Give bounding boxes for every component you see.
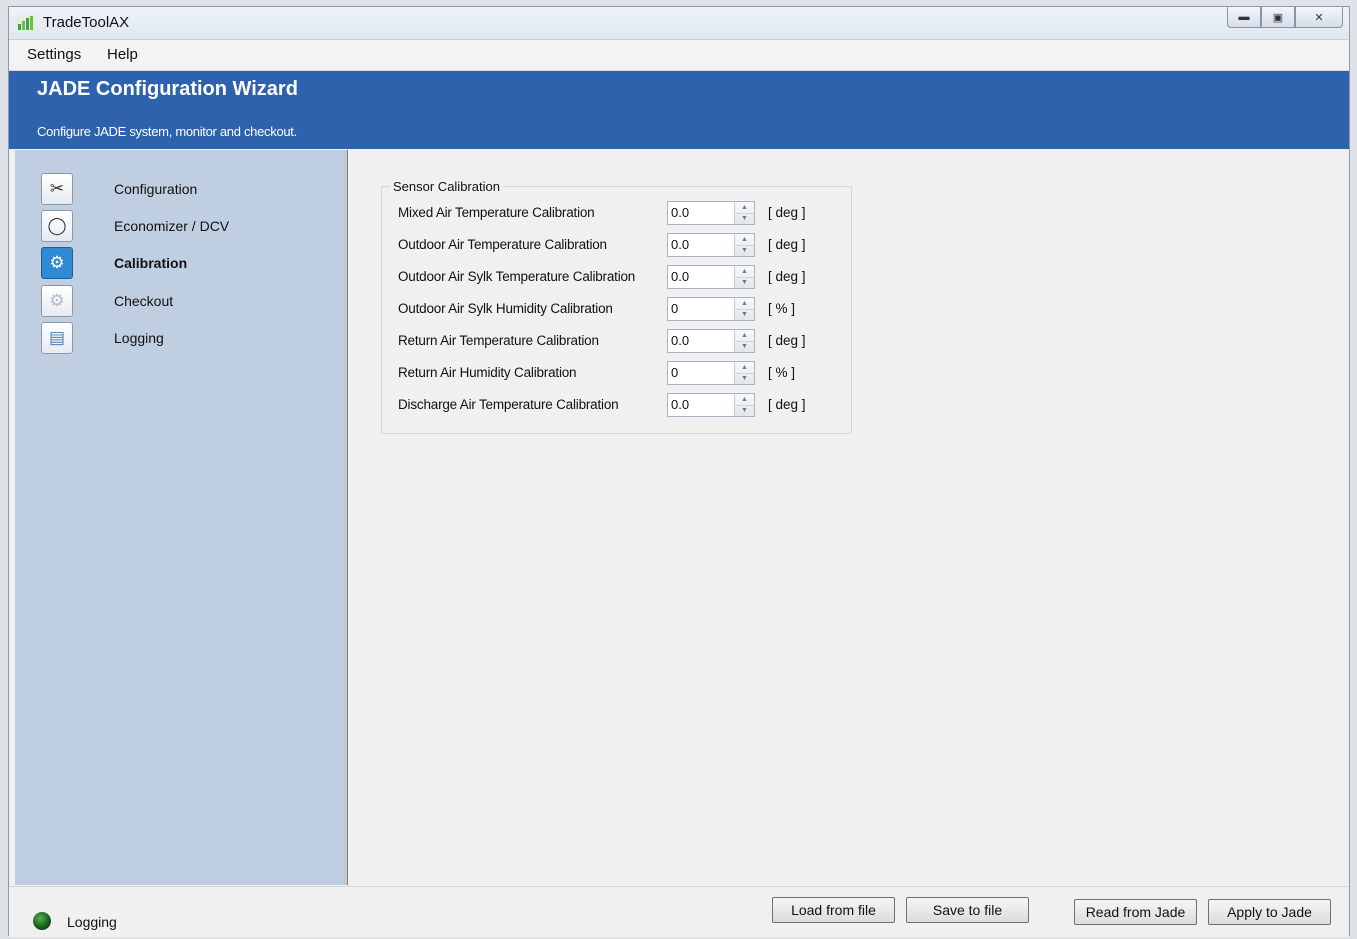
menu-help[interactable]: Help	[107, 46, 138, 63]
group-title: Sensor Calibration	[390, 179, 503, 194]
close-button[interactable]: ✕	[1295, 7, 1343, 28]
numeric-spinner[interactable]: 0.0 ▲ ▼	[667, 265, 755, 289]
calibration-icon: ⚙	[41, 247, 73, 279]
calibration-row: Outdoor Air Temperature Calibration 0.0 …	[398, 232, 838, 258]
menu-settings[interactable]: Settings	[27, 46, 81, 63]
title-bar: TradeToolAX ▬ ▣ ✕	[9, 7, 1349, 40]
sidebar-item-label: Configuration	[114, 181, 198, 197]
maximize-button[interactable]: ▣	[1261, 7, 1295, 28]
numeric-spinner[interactable]: 0.0 ▲ ▼	[667, 201, 755, 225]
status-bar: Logging Load from file Save to file Read…	[9, 886, 1349, 937]
spinner-value[interactable]: 0.0	[671, 397, 689, 412]
calibration-row: Discharge Air Temperature Calibration 0.…	[398, 392, 838, 418]
spinner-value[interactable]: 0.0	[671, 269, 689, 284]
calibration-row: Outdoor Air Sylk Humidity Calibration 0 …	[398, 296, 838, 322]
row-label: Discharge Air Temperature Calibration	[398, 397, 619, 412]
row-label: Mixed Air Temperature Calibration	[398, 205, 595, 220]
calibration-row: Return Air Temperature Calibration 0.0 ▲…	[398, 328, 838, 354]
minimize-button[interactable]: ▬	[1227, 7, 1261, 28]
unit-label: [ deg ]	[768, 397, 806, 412]
chart-icon: ▤	[41, 322, 73, 354]
app-icon	[16, 15, 36, 31]
gear-icon: ⚙	[41, 285, 73, 317]
unit-label: [ deg ]	[768, 205, 806, 220]
spin-down-icon[interactable]: ▼	[735, 277, 754, 288]
app-window: TradeToolAX ▬ ▣ ✕ Settings Help JADE Con…	[8, 6, 1350, 937]
unit-label: [ deg ]	[768, 333, 806, 348]
spinner-value[interactable]: 0	[671, 301, 678, 316]
spin-down-icon[interactable]: ▼	[735, 341, 754, 352]
numeric-spinner[interactable]: 0.0 ▲ ▼	[667, 393, 755, 417]
row-label: Outdoor Air Sylk Humidity Calibration	[398, 301, 613, 316]
wizard-subtitle: Configure JADE system, monitor and check…	[37, 124, 297, 139]
status-led-icon	[33, 912, 51, 930]
row-label: Return Air Temperature Calibration	[398, 333, 599, 348]
panel-splitter[interactable]	[347, 150, 348, 885]
sidebar-item-label: Checkout	[114, 293, 174, 309]
spinner-value[interactable]: 0	[671, 365, 678, 380]
numeric-spinner[interactable]: 0.0 ▲ ▼	[667, 329, 755, 353]
minimize-icon: ▬	[1238, 11, 1250, 23]
row-label: Outdoor Air Temperature Calibration	[398, 237, 607, 252]
sidebar: ✂ Configuration ◯ Economizer / DCV ⚙ Cal…	[15, 150, 347, 885]
sidebar-item-label: Logging	[114, 330, 164, 346]
load-from-file-button[interactable]: Load from file	[772, 897, 895, 923]
window-title: TradeToolAX	[43, 14, 130, 31]
numeric-spinner[interactable]: 0 ▲ ▼	[667, 361, 755, 385]
spin-down-icon[interactable]: ▼	[735, 213, 754, 224]
sidebar-item-label: Calibration	[114, 255, 188, 271]
sidebar-item-configuration[interactable]: ✂ Configuration	[41, 173, 341, 205]
calibration-row: Return Air Humidity Calibration 0 ▲ ▼ [ %…	[398, 360, 838, 386]
calibration-row: Mixed Air Temperature Calibration 0.0 ▲ ▼…	[398, 200, 838, 226]
window-controls: ▬ ▣ ✕	[1227, 7, 1343, 29]
sidebar-item-logging[interactable]: ▤ Logging	[41, 322, 341, 354]
sidebar-item-economizer[interactable]: ◯ Economizer / DCV	[41, 210, 341, 242]
numeric-spinner[interactable]: 0.0 ▲ ▼	[667, 233, 755, 257]
spinner-value[interactable]: 0.0	[671, 205, 689, 220]
sensor-calibration-group: Sensor Calibration Mixed Air Temperature…	[381, 179, 852, 434]
maximize-icon: ▣	[1272, 11, 1284, 24]
spinner-value[interactable]: 0.0	[671, 333, 689, 348]
close-icon: ✕	[1314, 11, 1324, 24]
wizard-title: JADE Configuration Wizard	[37, 78, 298, 100]
unit-label: [ % ]	[768, 301, 796, 316]
unit-label: [ deg ]	[768, 269, 806, 284]
main-panel: Sensor Calibration Mixed Air Temperature…	[351, 150, 1347, 885]
spin-down-icon[interactable]: ▼	[735, 373, 754, 384]
sidebar-item-checkout[interactable]: ⚙ Checkout	[41, 285, 341, 317]
spin-down-icon[interactable]: ▼	[735, 309, 754, 320]
spinner-value[interactable]: 0.0	[671, 237, 689, 252]
calibration-row: Outdoor Air Sylk Temperature Calibration…	[398, 264, 838, 290]
tools-icon: ✂	[41, 173, 73, 205]
sidebar-item-calibration[interactable]: ⚙ Calibration	[41, 247, 341, 279]
wizard-header: JADE Configuration Wizard Configure JADE…	[9, 71, 1349, 149]
numeric-spinner[interactable]: 0 ▲ ▼	[667, 297, 755, 321]
row-label: Return Air Humidity Calibration	[398, 365, 577, 380]
save-to-file-button[interactable]: Save to file	[906, 897, 1029, 923]
apply-to-jade-button[interactable]: Apply to Jade	[1208, 899, 1331, 925]
read-from-jade-button[interactable]: Read from Jade	[1074, 899, 1197, 925]
economizer-icon: ◯	[41, 210, 73, 242]
status-label: Logging	[67, 914, 117, 930]
menu-bar: Settings Help	[9, 40, 1349, 71]
unit-label: [ deg ]	[768, 237, 806, 252]
row-label: Outdoor Air Sylk Temperature Calibration	[398, 269, 636, 284]
sidebar-item-label: Economizer / DCV	[114, 218, 230, 234]
unit-label: [ % ]	[768, 365, 796, 380]
spin-down-icon[interactable]: ▼	[735, 405, 754, 416]
spin-down-icon[interactable]: ▼	[735, 245, 754, 256]
